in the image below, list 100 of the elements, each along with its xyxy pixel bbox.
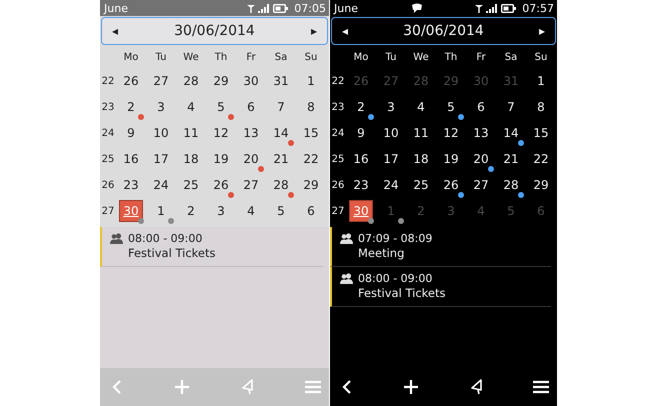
weekday-label: Th — [444, 52, 458, 62]
calendar-day[interactable]: 24 — [150, 175, 172, 195]
calendar-day[interactable]: 9 — [354, 123, 368, 143]
calendar-day[interactable]: 27 — [240, 175, 262, 195]
next-button[interactable]: ▸ — [300, 24, 327, 38]
calendar-day[interactable]: 18 — [410, 149, 432, 169]
calendar-day[interactable]: 19 — [210, 149, 232, 169]
calendar-day[interactable]: 3 — [214, 201, 228, 221]
weekday-label: Tu — [386, 52, 396, 62]
calendar-day[interactable]: 28 — [500, 175, 522, 195]
calendar-day[interactable]: 28 — [180, 71, 202, 91]
calendar-day[interactable]: 20 — [470, 149, 492, 169]
calendar-day[interactable]: 21 — [500, 149, 522, 169]
calendar-day[interactable]: 21 — [270, 149, 292, 169]
calendar-day[interactable]: 30 — [119, 200, 143, 222]
calendar-day[interactable]: 11 — [180, 123, 202, 143]
calendar-day[interactable]: 29 — [210, 71, 232, 91]
calendar-day[interactable]: 17 — [380, 149, 402, 169]
calendar-day[interactable]: 20 — [240, 149, 262, 169]
event-title: Festival Tickets — [357, 286, 446, 300]
calendar-day[interactable]: 25 — [410, 175, 432, 195]
calendar-day[interactable]: 2 — [184, 201, 198, 221]
week-number: 23 — [102, 102, 114, 112]
signal-icon — [258, 4, 270, 12]
calendar-day[interactable]: 5 — [444, 97, 458, 117]
calendar-day[interactable]: 6 — [304, 201, 318, 221]
event-item[interactable]: 07:09 - 08:09 Meeting — [330, 227, 551, 267]
event-item[interactable]: 08:00 - 09:00 Festival Tickets — [330, 267, 551, 307]
calendar-day[interactable]: 5 — [214, 97, 228, 117]
date-title: 30/06/2014 — [403, 23, 484, 39]
calendar-day[interactable]: 6 — [474, 97, 488, 117]
weekday-label: Su — [304, 52, 318, 62]
weekday-label: We — [413, 52, 429, 62]
week-number: 24 — [332, 128, 344, 138]
calendar-day[interactable]: 23 — [120, 175, 142, 195]
calendar-day[interactable]: 19 — [440, 149, 462, 169]
calendar-day[interactable]: 24 — [380, 175, 402, 195]
calendar-day[interactable]: 16 — [350, 149, 372, 169]
calendar-day[interactable]: 29 — [530, 175, 552, 195]
week-number: 27 — [332, 206, 344, 216]
calendar-day[interactable]: 18 — [180, 149, 202, 169]
event-title: Festival Tickets — [127, 246, 216, 260]
date-title: 30/06/2014 — [174, 23, 255, 39]
weekday-label: Mo — [124, 52, 138, 62]
week-number: 27 — [102, 206, 114, 216]
calendar-day[interactable]: 8 — [304, 97, 318, 117]
calendar-day[interactable]: 15 — [300, 123, 322, 143]
calendar-day[interactable]: 16 — [120, 149, 142, 169]
calendar-day[interactable]: 17 — [150, 149, 172, 169]
calendar-day[interactable]: 22 — [530, 149, 552, 169]
calendar-day[interactable]: 11 — [410, 123, 432, 143]
add-icon[interactable] — [403, 379, 420, 395]
calendar-day[interactable]: 4 — [184, 97, 198, 117]
calendar-day[interactable]: 12 — [210, 123, 232, 143]
calendar-day[interactable]: 23 — [350, 175, 372, 195]
calendar-day[interactable]: 4 — [244, 201, 258, 221]
calendar-day[interactable]: 1 — [534, 71, 548, 91]
calendar-day[interactable]: 10 — [150, 123, 172, 143]
calendar-day[interactable]: 15 — [530, 123, 552, 143]
calendar-day[interactable]: 4 — [414, 97, 428, 117]
calendar-day[interactable]: 3 — [154, 97, 168, 117]
calendar-day[interactable]: 30 — [240, 71, 262, 91]
previous-button[interactable]: ◂ — [332, 24, 358, 38]
week-number: 22 — [102, 76, 114, 86]
calendar-day[interactable]: 1 — [304, 71, 318, 91]
calendar-day[interactable]: 13 — [240, 123, 262, 143]
week-number: 25 — [332, 154, 344, 164]
calendar-day[interactable]: 8 — [534, 97, 548, 117]
calendar-day[interactable]: 30 — [349, 200, 373, 222]
calendar-day[interactable]: 12 — [440, 123, 462, 143]
calendar-day[interactable]: 27 — [470, 175, 492, 195]
calendar-day[interactable]: 26 — [120, 71, 142, 91]
send-icon[interactable] — [470, 379, 482, 395]
battery-icon — [501, 4, 516, 12]
previous-button[interactable]: ◂ — [102, 24, 128, 38]
calendar-day[interactable]: 3 — [384, 97, 398, 117]
menu-icon[interactable] — [532, 380, 549, 394]
calendar-day[interactable]: 27 — [150, 71, 172, 91]
calendar-day[interactable]: 25 — [180, 175, 202, 195]
calendar-day[interactable]: 1 — [154, 201, 168, 221]
calendar-day[interactable]: 14 — [500, 123, 522, 143]
calendar-day[interactable]: 22 — [300, 149, 322, 169]
calendar-day[interactable]: 28 — [270, 175, 292, 195]
back-icon[interactable] — [342, 379, 352, 395]
calendar-day[interactable]: 7 — [504, 97, 518, 117]
calendar-day[interactable]: 10 — [380, 123, 402, 143]
calendar-day[interactable]: 31 — [270, 71, 292, 91]
calendar-day[interactable]: 14 — [270, 123, 292, 143]
next-button[interactable]: ▸ — [528, 24, 555, 38]
calendar-day[interactable]: 13 — [470, 123, 492, 143]
calendar-day[interactable]: 7 — [274, 97, 288, 117]
people-icon — [340, 273, 353, 284]
calendar-day[interactable]: 9 — [124, 123, 138, 143]
calendar-day[interactable]: 6 — [244, 97, 258, 117]
calendar-day[interactable]: 5 — [274, 201, 288, 221]
calendar-day[interactable]: 26 — [210, 175, 232, 195]
calendar-day[interactable]: 2 — [124, 97, 138, 117]
calendar-day[interactable]: 26 — [440, 175, 462, 195]
calendar-day[interactable]: 29 — [300, 175, 322, 195]
calendar-day[interactable]: 2 — [354, 97, 368, 117]
